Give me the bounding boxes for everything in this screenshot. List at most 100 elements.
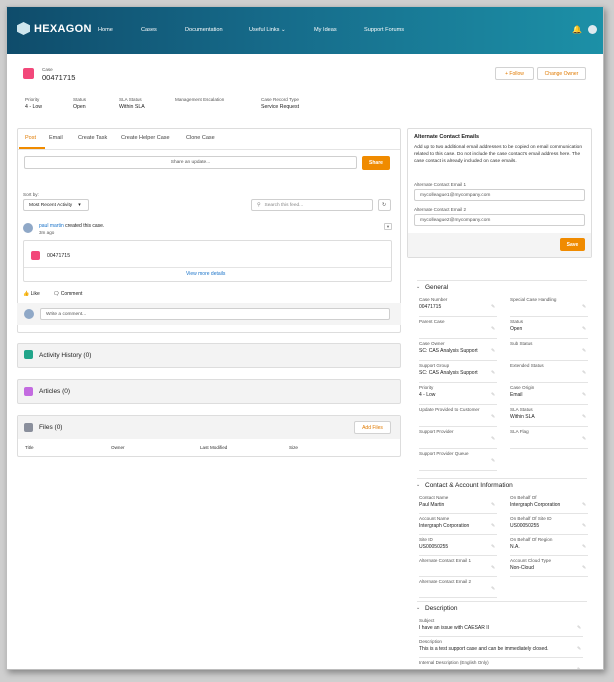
share-button[interactable]: Share <box>362 156 390 170</box>
sort-select[interactable]: Most Recent Activity ▾ <box>23 199 89 211</box>
activity-history-title[interactable]: Activity History (0) <box>39 352 91 359</box>
extended-status-label: Extended Status <box>510 363 544 368</box>
tab-clone-case[interactable]: Clone Case <box>186 135 215 141</box>
nav-support-forums[interactable]: Support Forums <box>364 27 404 33</box>
chevron-down-icon[interactable]: ⌄ <box>416 284 420 290</box>
edit-pencil-icon[interactable]: ✎ <box>577 667 581 669</box>
edit-pencil-icon[interactable]: ✎ <box>582 370 586 376</box>
site-id-underline <box>419 555 497 556</box>
user-avatar <box>23 223 33 233</box>
tabs-divider <box>18 149 400 150</box>
change-owner-button[interactable]: Change Owner <box>537 67 586 80</box>
comment-button[interactable]: 🗨 Comment <box>53 291 82 297</box>
dropdown-arrow-icon: ▾ <box>78 202 81 208</box>
chevron-down-icon[interactable]: ⌄ <box>416 605 420 611</box>
edit-pencil-icon[interactable]: ✎ <box>491 523 495 529</box>
files-title[interactable]: Files (0) <box>39 424 62 431</box>
priority-label: Priority <box>25 97 40 102</box>
feed-author-link[interactable]: paul martin <box>39 223 64 229</box>
edit-pencil-icon[interactable]: ✎ <box>582 392 586 398</box>
sla-status-label: SLA Status <box>119 97 142 102</box>
feed-item-menu-chevron-icon[interactable]: ▾ <box>384 223 392 230</box>
case-owner-label: Case Owner <box>419 341 445 346</box>
share-update-input[interactable]: Share an update... <box>24 156 357 169</box>
edit-pencil-icon[interactable]: ✎ <box>491 348 495 354</box>
follow-button[interactable]: + Follow <box>495 67 534 80</box>
tab-email[interactable]: Email <box>49 135 63 141</box>
account-name-underline <box>419 534 497 535</box>
special-case-handling-label: Special Case Handling <box>510 297 557 302</box>
edit-pencil-icon[interactable]: ✎ <box>491 414 495 420</box>
articles-card[interactable] <box>17 379 401 404</box>
refresh-icon: ↻ <box>382 202 387 208</box>
user-avatar-icon[interactable] <box>588 25 597 34</box>
description-label: Description <box>419 639 442 644</box>
files-column-last-modified[interactable]: Last Modified <box>200 445 227 450</box>
edit-pencil-icon[interactable]: ✎ <box>577 625 581 631</box>
sub-status-label: Sub Status <box>510 341 533 346</box>
edit-pencil-icon[interactable]: ✎ <box>577 646 581 652</box>
case-owner-value: SC: CAS Analysis Support <box>419 348 478 354</box>
hexagon-logo-icon <box>17 22 30 35</box>
edit-pencil-icon[interactable]: ✎ <box>491 458 495 464</box>
files-icon <box>24 423 33 432</box>
edit-pencil-icon[interactable]: ✎ <box>582 502 586 508</box>
files-header <box>18 416 400 439</box>
files-column-size[interactable]: Size <box>289 445 298 450</box>
save-button[interactable]: Save <box>560 238 585 251</box>
nav-documentation[interactable]: Documentation <box>185 27 223 33</box>
files-column-title[interactable]: Title <box>25 445 34 450</box>
case-owner-underline <box>419 360 497 361</box>
contact-name-underline <box>419 513 497 514</box>
tab-post[interactable]: Post <box>25 135 36 141</box>
feed-item-header: paul martin created this case. <box>39 223 104 229</box>
general-section-title[interactable]: General <box>425 284 448 291</box>
edit-pencil-icon[interactable]: ✎ <box>582 544 586 550</box>
like-button[interactable]: 👍 Like <box>23 291 40 297</box>
nav-useful-links[interactable]: Useful Links ⌄ <box>249 27 286 33</box>
bell-icon[interactable]: 🔔 <box>572 25 582 34</box>
sla-flag-label: SLA Flag <box>510 429 529 434</box>
edit-pencil-icon[interactable]: ✎ <box>491 544 495 550</box>
nav-my-ideas[interactable]: My Ideas <box>314 27 337 33</box>
edit-pencil-icon[interactable]: ✎ <box>491 326 495 332</box>
edit-pencil-icon[interactable]: ✎ <box>491 565 495 571</box>
update-provided-to-customer-underline <box>419 426 497 427</box>
tab-create-task[interactable]: Create Task <box>78 135 107 141</box>
alt-email1-input[interactable]: mycolleague1@mycompany.com <box>414 189 585 201</box>
edit-pencil-icon[interactable]: ✎ <box>491 586 495 592</box>
on-behalf-of-region-label: On Behalf Of Region <box>510 537 553 542</box>
articles-title[interactable]: Articles (0) <box>39 388 70 395</box>
write-comment-input[interactable]: Write a comment... <box>40 308 390 320</box>
extended-status-underline <box>510 382 588 383</box>
on-behalf-of-region-underline <box>510 555 588 556</box>
tab-create-helper-case[interactable]: Create Helper Case <box>121 135 170 141</box>
add-files-button[interactable]: Add Files <box>354 421 391 434</box>
edit-pencil-icon[interactable]: ✎ <box>582 565 586 571</box>
edit-pencil-icon[interactable]: ✎ <box>491 370 495 376</box>
chevron-down-icon[interactable]: ⌄ <box>416 482 420 488</box>
hexagon-logo[interactable]: HEXAGON <box>17 22 92 35</box>
edit-pencil-icon[interactable]: ✎ <box>582 326 586 332</box>
nav-cases[interactable]: Cases <box>141 27 157 33</box>
edit-pencil-icon[interactable]: ✎ <box>582 414 586 420</box>
view-more-details-link[interactable]: View more details <box>186 271 225 277</box>
edit-pencil-icon[interactable]: ✎ <box>491 502 495 508</box>
contact-section-title[interactable]: Contact & Account Information <box>425 482 513 489</box>
edit-pencil-icon[interactable]: ✎ <box>582 436 586 442</box>
edit-pencil-icon[interactable]: ✎ <box>582 348 586 354</box>
edit-pencil-icon[interactable]: ✎ <box>491 304 495 310</box>
edit-pencil-icon[interactable]: ✎ <box>491 392 495 398</box>
search-feed-input[interactable]: ⚲ Search this feed... <box>251 199 373 211</box>
nav-home[interactable]: Home <box>98 27 113 33</box>
files-column-owner[interactable]: Owner <box>111 445 125 450</box>
refresh-feed-button[interactable]: ↻ <box>378 199 391 211</box>
case-origin-label: Case Origin <box>510 385 535 390</box>
edit-pencil-icon[interactable]: ✎ <box>582 523 586 529</box>
description-section-title[interactable]: Description <box>425 605 458 612</box>
description-value: This is a test support case and can be i… <box>419 646 549 652</box>
edit-pencil-icon[interactable]: ✎ <box>491 436 495 442</box>
alt-email2-input[interactable]: mycolleague2@mycompany.com <box>414 214 585 226</box>
edit-pencil-icon[interactable]: ✎ <box>582 304 586 310</box>
sla-status-underline <box>510 426 588 427</box>
